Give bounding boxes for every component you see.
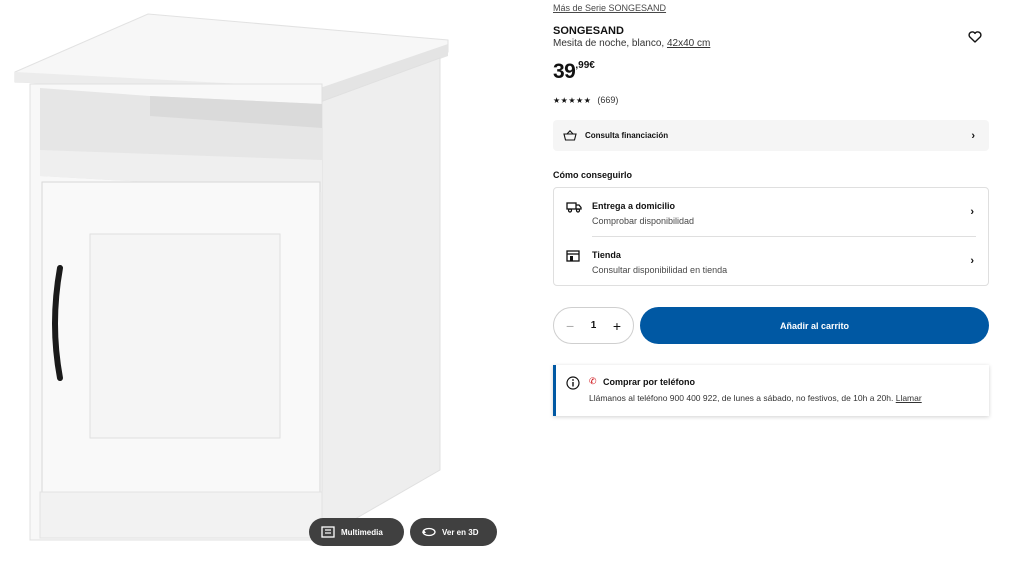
price-decimal: ,99€ (575, 60, 595, 71)
finance-label: Consulta financiación (585, 131, 669, 140)
store-subtitle: Consultar disponibilidad en tienda (592, 265, 728, 275)
heart-icon[interactable] (968, 31, 982, 43)
chevron-right-icon: › (971, 129, 975, 142)
view-3d-button[interactable]: Ver en 3D (410, 518, 497, 546)
product-description: Mesita de noche, blanco, 42x40 cm (553, 38, 710, 49)
series-link[interactable]: Más de Serie SONGESAND (553, 3, 666, 13)
store-option[interactable]: Tienda Consultar disponibilidad en tiend… (554, 237, 988, 285)
review-count: (669) (597, 95, 619, 105)
price: 39,99€ (553, 60, 595, 84)
product-image[interactable] (0, 0, 540, 576)
finance-button[interactable]: Consulta financiación › (553, 120, 989, 151)
quantity-stepper: − 1 + (553, 307, 634, 344)
home-delivery-title: Entrega a domicilio (592, 201, 676, 211)
product-description-text: Mesita de noche, blanco, (553, 38, 665, 49)
call-link[interactable]: Llamar (896, 393, 922, 403)
price-integer: 39 (553, 60, 576, 83)
quantity-value[interactable]: 1 (591, 320, 597, 331)
view-3d-label: Ver en 3D (442, 527, 479, 537)
basket-icon (563, 130, 577, 141)
product-name: SONGESAND (553, 25, 624, 37)
phone-purchase-notice: ✆ Comprar por teléfono Llámanos al teléf… (553, 365, 989, 416)
add-to-cart-button[interactable]: Añadir al carrito (640, 307, 989, 344)
phone-text: Llámanos al teléfono 900 400 922, de lun… (589, 393, 894, 403)
phone-icon: ✆ (589, 376, 597, 386)
home-delivery-option[interactable]: Entrega a domicilio Comprobar disponibil… (554, 188, 988, 236)
product-media: Multimedia Ver en 3D (0, 0, 540, 576)
multimedia-button[interactable]: Multimedia (309, 518, 404, 546)
truck-icon (566, 202, 582, 213)
store-title: Tienda (592, 250, 621, 260)
store-icon (566, 250, 580, 262)
info-icon (566, 376, 580, 390)
rating[interactable]: ★★★★★ (669) (553, 95, 618, 105)
chevron-right-icon: › (970, 255, 974, 267)
multimedia-label: Multimedia (341, 527, 383, 537)
increase-quantity-button[interactable]: + (613, 318, 621, 334)
gallery-icon (321, 526, 335, 538)
decrease-quantity-button[interactable]: − (566, 318, 574, 334)
home-delivery-subtitle: Comprobar disponibilidad (592, 216, 695, 226)
measure-link[interactable]: 42x40 cm (667, 38, 710, 49)
phone-title: Comprar por teléfono (603, 377, 696, 387)
rotate-3d-icon (422, 527, 436, 537)
star-rating-icon: ★★★★★ (553, 95, 592, 105)
delivery-options: Entrega a domicilio Comprobar disponibil… (553, 187, 989, 286)
phone-text-line: Llámanos al teléfono 900 400 922, de lun… (589, 393, 922, 403)
chevron-right-icon: › (970, 206, 974, 218)
how-to-get-title: Cómo conseguirlo (553, 170, 633, 180)
